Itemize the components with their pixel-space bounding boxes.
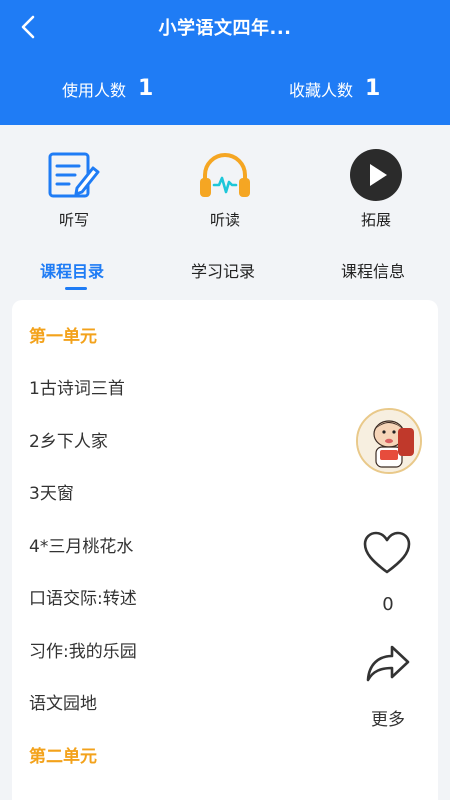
dictation-button[interactable]: 听写 [29,147,119,230]
pencil-note-icon [48,152,100,198]
lesson-item[interactable]: 口语交际:转述 [29,584,137,609]
users-stat-value: 1 [138,76,154,101]
lesson-item[interactable]: 1古诗词三首 [29,374,125,399]
more-label[interactable]: 更多 [358,705,418,730]
lesson-item[interactable]: 2乡下人家 [29,427,108,452]
lesson-item[interactable]: 3天窗 [29,479,74,504]
header-bar: 小学语文四年... 使用人数 1 收藏人数 1 [0,0,450,125]
users-stat: 使用人数 1 [62,76,153,101]
headphones-icon [200,153,250,197]
listen-read-button[interactable]: 听读 [180,147,270,230]
tab-study-record[interactable]: 学习记录 [191,258,255,282]
lesson-item[interactable]: 习作:我的乐园 [29,637,137,662]
unit-title: 第一单元 [29,327,97,347]
tab-bar: 课程目录 学习记录 课程信息 [0,250,450,294]
share-arrow-icon[interactable] [364,640,412,684]
unit-title: 第二单元 [29,747,97,767]
page-title: 小学语文四年... [158,18,292,39]
feature-row: 听写 听读 拓展 [0,125,450,235]
users-stat-label: 使用人数 [62,80,127,100]
heart-icon[interactable] [362,530,412,576]
favorites-stat-value: 1 [365,76,381,101]
avatar[interactable] [356,408,422,474]
tab-course-catalog[interactable]: 课程目录 [40,258,104,282]
expand-label: 拓展 [360,211,391,229]
play-circle-icon [350,149,402,201]
dictation-label: 听写 [58,211,89,229]
like-count: 0 [382,594,394,615]
cartoon-avatar-icon [358,410,420,472]
listen-read-label: 听读 [209,211,240,229]
favorites-stat: 收藏人数 1 [289,76,380,101]
favorites-stat-label: 收藏人数 [289,80,354,100]
lesson-item[interactable]: 4*三月桃花水 [29,532,133,557]
active-tab-indicator [65,287,87,290]
expand-button[interactable]: 拓展 [331,147,421,230]
lesson-item[interactable]: 语文园地 [29,689,97,714]
tab-course-info[interactable]: 课程信息 [341,258,405,282]
